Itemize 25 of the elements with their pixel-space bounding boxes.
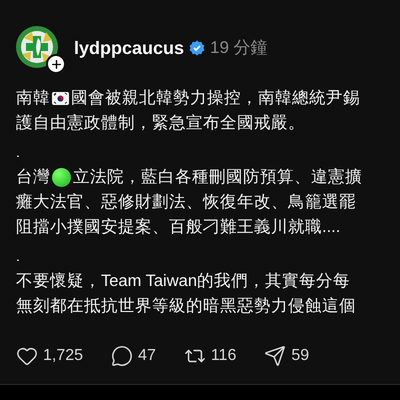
post-text: 立法院，藍白各種刪國防預算、違憲擴 (73, 167, 362, 188)
post-text: 南韓 (16, 88, 50, 109)
follow-button[interactable] (46, 54, 66, 74)
avatar-logo[interactable] (16, 26, 58, 68)
post-text: 國會被親北韓勢力操控，南韓總統尹錫 (71, 88, 360, 109)
separator-dot: . (16, 143, 21, 162)
post-text-line: 不要懷疑，Team Taiwan的我們，其實每分每 (16, 271, 351, 292)
post-text-line: 無刻都在抵抗世界等級的暗黑惡勢力侵蝕這個 (16, 296, 357, 317)
plus-icon (50, 58, 62, 70)
username[interactable]: lydppcaucus (74, 34, 184, 62)
flag-icon (52, 92, 69, 105)
separator-dot: . (16, 247, 21, 266)
send-icon[interactable] (264, 345, 286, 367)
post-text-line: 阻擋小撲國安提案、百般刁難王義川就職.... (16, 217, 342, 238)
action-count: 116 (210, 346, 236, 366)
post-text-line: 癱大法官、惡修財劃法、恢復年改、鳥籠選罷 (16, 192, 357, 213)
post-text: 台灣 (16, 167, 50, 188)
post-text-line: 護自由憲政體制，緊急宣布全國戒嚴。 (16, 113, 306, 134)
action-count: 59 (291, 346, 310, 366)
action-count: 1,725 (43, 346, 84, 366)
circle-emoji-icon (52, 168, 71, 187)
comment-icon[interactable] (111, 345, 134, 367)
post-time: 19 分鐘 (210, 37, 268, 60)
action-count: 47 (138, 346, 156, 366)
heart-icon[interactable] (16, 345, 38, 367)
